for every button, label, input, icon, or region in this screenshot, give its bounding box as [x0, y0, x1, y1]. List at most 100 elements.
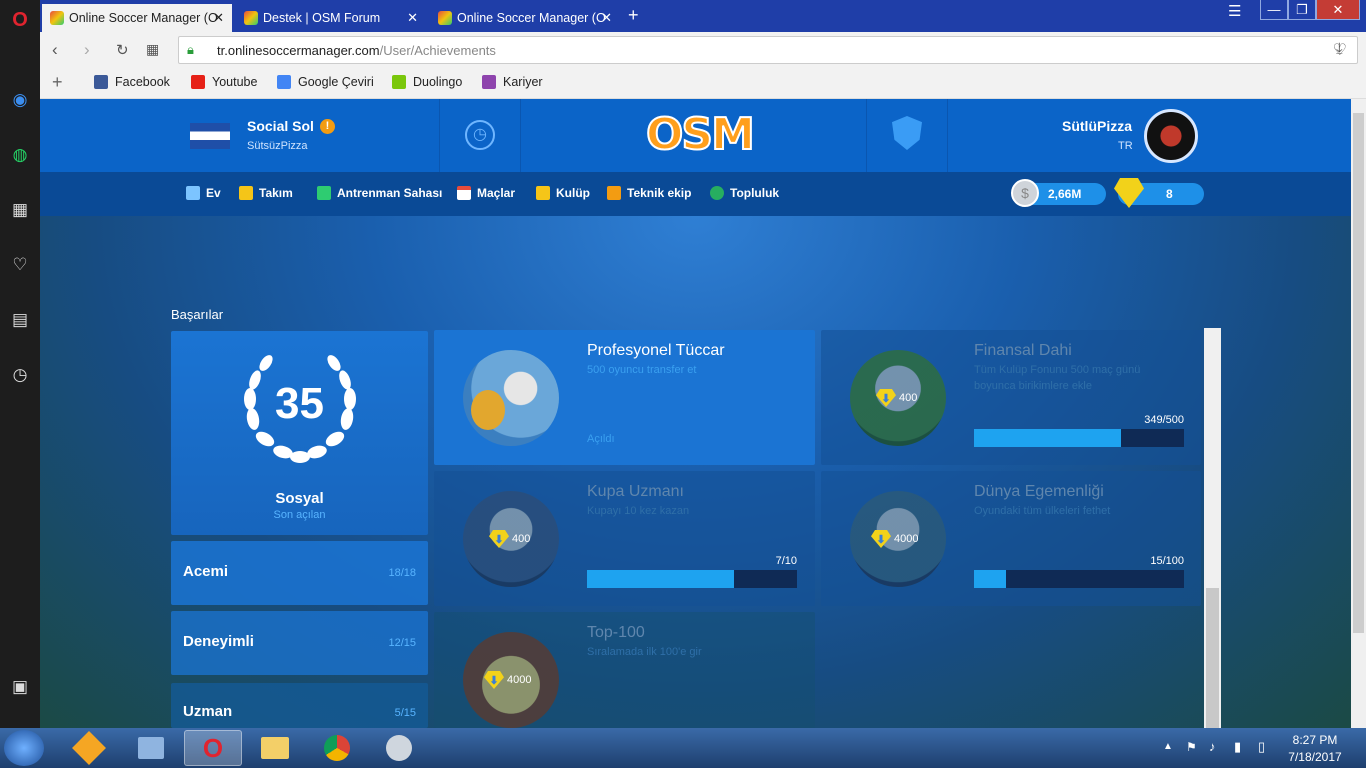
category-acemi[interactable]: Acemi 18/18	[171, 541, 428, 605]
restore-button[interactable]: ❐	[1288, 0, 1316, 20]
category-deneyimli[interactable]: Deneyimli 12/15	[171, 611, 428, 675]
taskbar-opera[interactable]: O	[184, 730, 242, 766]
facebook-icon	[94, 75, 108, 89]
achievement-card[interactable]: Profesyonel Tüccar 500 oyuncu transfer e…	[434, 330, 815, 465]
nav-home[interactable]: Ev	[186, 186, 221, 200]
nav-staff[interactable]: Teknik ekip	[607, 186, 691, 200]
opera-menu-icon[interactable]: O	[8, 8, 32, 32]
google-translate-icon	[277, 75, 291, 89]
heart-icon[interactable]: ♡	[8, 253, 32, 277]
user-avatar[interactable]	[1144, 109, 1198, 163]
sidebar-toggle-icon[interactable]: ▣	[8, 675, 32, 699]
scrollbar-thumb[interactable]	[1353, 113, 1364, 633]
battery-icon[interactable]: ▯	[1258, 739, 1265, 755]
category-progress: 5/15	[394, 707, 416, 719]
tab-forum[interactable]: Destek | OSM Forum ✕	[236, 4, 426, 32]
close-icon[interactable]: ✕	[213, 10, 224, 26]
bookmark-kariyer[interactable]: Kariyer	[482, 75, 543, 89]
bookmark-duolingo[interactable]: Duolingo	[392, 75, 462, 89]
osm-logo[interactable]: OSM	[645, 108, 756, 161]
scrollbar-thumb[interactable]	[1206, 588, 1219, 728]
clock-time[interactable]: 8:27 PM	[1280, 733, 1350, 747]
clock-icon[interactable]: ◷	[465, 120, 495, 150]
page-scrollbar[interactable]	[1351, 99, 1366, 728]
bookmark-youtube[interactable]: Youtube	[191, 75, 257, 89]
nav-label: Ev	[206, 186, 221, 200]
nav-label: Maçlar	[477, 186, 516, 200]
back-icon[interactable]: ‹	[52, 40, 58, 60]
nav-label: Takım	[259, 186, 293, 200]
nav-team[interactable]: Takım	[239, 186, 293, 200]
money-pill[interactable]: $ 2,66M	[1011, 179, 1106, 207]
whatsapp-icon[interactable]: ◍	[8, 143, 32, 167]
achievement-count: 35	[275, 379, 324, 428]
reward-value: 400	[899, 392, 918, 404]
staff-icon	[607, 186, 621, 200]
speed-dial-icon[interactable]: ▦	[146, 41, 159, 58]
achievement-card[interactable]: ⬇ 4000 Dünya Egemenliği Oyundaki tüm ülke…	[821, 471, 1201, 606]
minimize-button[interactable]: —	[1260, 0, 1288, 20]
history-icon[interactable]: ◷	[8, 363, 32, 387]
bookmark-facebook[interactable]: Facebook	[94, 75, 170, 89]
kariyer-icon	[482, 75, 496, 89]
category-uzman[interactable]: Uzman 5/15	[171, 683, 428, 728]
clock-date[interactable]: 7/18/2017	[1280, 750, 1350, 764]
speed-dial-icon[interactable]: ▦	[8, 198, 32, 222]
tray-expand-icon[interactable]: ▲	[1163, 741, 1173, 752]
shield-icon[interactable]	[892, 116, 922, 150]
reload-icon[interactable]: ↻	[116, 41, 129, 59]
category-summary: 35 Sosyal Son açılan	[171, 331, 428, 535]
messenger-icon[interactable]: ◉	[8, 88, 32, 112]
achievement-card[interactable]: ⬇ 400 Kupa Uzmanı Kupayı 10 kez kazan 7/1…	[434, 471, 815, 606]
network-icon[interactable]: ▮	[1234, 739, 1241, 755]
achievement-card[interactable]: ⬇ 400 Finansal Dahi Tüm Kulüp Fonunu 500 …	[821, 330, 1201, 465]
start-button[interactable]	[4, 730, 44, 766]
add-bookmark-icon[interactable]: +	[52, 72, 63, 93]
bookmark-google-translate[interactable]: Google Çeviri	[277, 75, 374, 89]
jersey-icon	[239, 186, 253, 200]
tab-osm-active[interactable]: Online Soccer Manager (O ✕	[42, 4, 232, 32]
action-center-icon[interactable]: ⚑	[1186, 740, 1197, 754]
reward-badge: ⬇ 4000	[484, 671, 531, 689]
inner-scrollbar[interactable]	[1204, 328, 1221, 728]
new-tab-icon[interactable]: +	[628, 5, 639, 26]
club-name[interactable]: Social Sol	[247, 118, 314, 134]
bookmark-label: Kariyer	[503, 75, 543, 89]
boss-coin-icon: ⬇	[876, 389, 896, 407]
taskbar-chrome[interactable]	[308, 730, 366, 766]
opera-icon: O	[202, 732, 224, 763]
address-toolbar: ‹ › ↻ ▦ 🔒︎ tr.onlinesoccermanager.com/Us…	[40, 32, 1366, 68]
close-icon[interactable]: ✕	[407, 10, 418, 26]
lock-icon: 🔒︎	[187, 42, 194, 57]
achievement-title: Finansal Dahi	[974, 342, 1072, 359]
reward-value: 400	[512, 533, 531, 545]
nav-matches[interactable]: Maçlar	[457, 186, 515, 200]
taskbar-app[interactable]	[122, 730, 180, 766]
tab-menu-icon[interactable]: ☰	[1228, 2, 1241, 20]
download-icon[interactable]: ⤓	[1336, 40, 1343, 57]
url-input[interactable]: 🔒︎ tr.onlinesoccermanager.com/User/Achie…	[178, 36, 1358, 64]
tab-osm-2[interactable]: Online Soccer Manager (O ✕	[430, 4, 620, 32]
volume-icon[interactable]: ♪	[1209, 739, 1216, 754]
nav-community[interactable]: Topluluk	[710, 186, 779, 200]
boss-coins-pill[interactable]: 8	[1114, 178, 1204, 208]
achievement-desc: 500 oyuncu transfer et	[587, 364, 697, 376]
folder-icon	[261, 737, 289, 759]
taskbar-app[interactable]	[370, 730, 428, 766]
forward-icon[interactable]: ›	[84, 40, 90, 60]
boss-coin-icon	[1114, 178, 1144, 208]
close-icon[interactable]: ✕	[601, 10, 612, 26]
bookmark-label: Youtube	[212, 75, 258, 89]
window-close-button[interactable]: ✕	[1316, 0, 1360, 20]
news-icon[interactable]: ▤	[8, 308, 32, 332]
warning-icon[interactable]: !	[320, 119, 335, 134]
nav-club[interactable]: Kulüp	[536, 186, 590, 200]
progress-bar	[974, 429, 1184, 447]
nav-training[interactable]: Antrenman Sahası	[317, 186, 442, 200]
taskbar-explorer[interactable]	[246, 730, 304, 766]
taskbar-app[interactable]	[60, 730, 118, 766]
achievement-desc: Kupayı 10 kez kazan	[587, 505, 690, 517]
achievement-card[interactable]: ⬇ 4000 Top-100 Sıralamada ilk 100'e gir	[434, 612, 815, 728]
user-name[interactable]: SütlüPizza	[1062, 118, 1132, 134]
reward-badge: ⬇ 4000	[871, 530, 918, 548]
